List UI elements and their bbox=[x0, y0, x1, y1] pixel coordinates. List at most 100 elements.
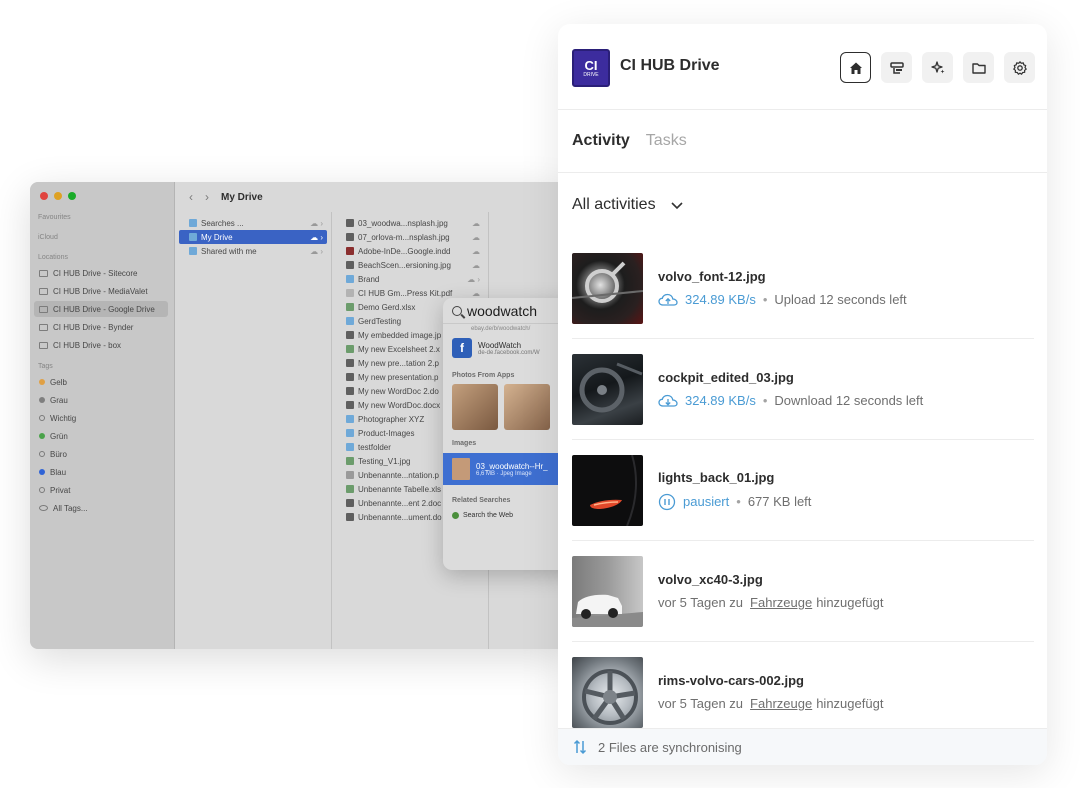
activity-item[interactable]: volvo_xc40-3.jpg vor 5 Tagen zu Fahrzeug… bbox=[572, 541, 1034, 642]
file-icon bbox=[346, 457, 354, 465]
sidebar-tag-gruen[interactable]: Grün bbox=[34, 428, 168, 444]
folder-row[interactable]: Brand ☁ › bbox=[336, 272, 484, 286]
sync-status-bar[interactable]: 2 Files are synchronising bbox=[558, 728, 1047, 765]
spotlight-popup: woodwatch ebay.de/b/woodwatch/ f WoodWat… bbox=[443, 298, 570, 570]
close-window-button[interactable] bbox=[40, 192, 48, 200]
file-row[interactable]: Adobe-InDe...Google.indd ☁ bbox=[336, 244, 484, 258]
sidebar-tag-grau[interactable]: Grau bbox=[34, 392, 168, 408]
related-header: Related Searches bbox=[452, 497, 511, 504]
sidebar-location-mediavalet[interactable]: CI HUB Drive - MediaValet bbox=[34, 283, 168, 299]
folder-link-fahrzeuge[interactable]: Fahrzeuge bbox=[750, 696, 812, 711]
cihub-panel: CI DRIVE CI HUB Drive Activity Tasks All… bbox=[558, 24, 1047, 765]
file-name: volvo_font-12.jpg bbox=[658, 269, 766, 284]
file-icon bbox=[346, 289, 354, 297]
app-title: CI HUB Drive bbox=[620, 57, 720, 74]
tab-activity[interactable]: Activity bbox=[572, 132, 630, 150]
panel-header: CI DRIVE CI HUB Drive bbox=[558, 24, 1047, 110]
folder-button[interactable] bbox=[963, 52, 994, 83]
transfer-status: 677 KB left bbox=[747, 494, 812, 509]
server-button[interactable] bbox=[881, 52, 912, 83]
photo-thumb[interactable] bbox=[452, 384, 498, 430]
activity-item[interactable]: lights_back_01.jpg pausiert • 677 KB lef… bbox=[572, 440, 1034, 541]
cloud-icon: ☁ bbox=[472, 232, 480, 242]
finder-column-1: Searches ... ☁ › My Drive ☁ › Shared with … bbox=[175, 212, 332, 649]
sidebar-tag-blau[interactable]: Blau bbox=[34, 464, 168, 480]
tag-dot-icon bbox=[39, 487, 45, 493]
suv-image bbox=[572, 594, 643, 627]
file-thumbnail bbox=[572, 555, 643, 627]
folder-icon bbox=[189, 219, 197, 227]
minimize-window-button[interactable] bbox=[54, 192, 62, 200]
image-result-selected[interactable]: 03_woodwatch--Hr_ 6,6 MB · Jpeg Image bbox=[443, 453, 570, 485]
file-name: rims-volvo-cars-002.jpg bbox=[658, 673, 804, 688]
activity-filter-dropdown[interactable]: All activities bbox=[572, 196, 684, 214]
folder-link-fahrzeuge[interactable]: Fahrzeuge bbox=[750, 595, 812, 610]
activity-list: volvo_font-12.jpg 324.89 KB/s • Upload 1… bbox=[572, 238, 1034, 743]
image-result-sub: 6,6 MB · Jpeg Image bbox=[476, 470, 532, 477]
sidebar-location-google-drive[interactable]: CI HUB Drive - Google Drive bbox=[34, 301, 168, 317]
cloud-chevron-icon: ☁ › bbox=[310, 218, 323, 228]
folder-icon bbox=[189, 247, 197, 255]
settings-button[interactable] bbox=[1004, 52, 1035, 83]
cloud-icon: ☁ bbox=[472, 288, 480, 298]
file-icon bbox=[346, 247, 354, 255]
file-name: cockpit_edited_03.jpg bbox=[658, 370, 794, 385]
file-thumbnail bbox=[572, 656, 643, 728]
folder-icon bbox=[189, 233, 197, 241]
photo-thumb[interactable] bbox=[504, 384, 550, 430]
sidebar-location-box[interactable]: CI HUB Drive - box bbox=[34, 337, 168, 353]
activity-item[interactable]: cockpit_edited_03.jpg 324.89 KB/s • Down… bbox=[572, 339, 1034, 440]
divider bbox=[558, 172, 1047, 173]
spotlight-search-bar[interactable]: woodwatch bbox=[443, 298, 570, 324]
sidebar-all-tags[interactable]: All Tags... bbox=[34, 500, 168, 516]
back-arrow-icon[interactable]: ‹ bbox=[189, 190, 193, 204]
tag-dot-icon bbox=[39, 397, 45, 403]
photos-header: Photos From Apps bbox=[452, 372, 515, 379]
header-buttons bbox=[840, 52, 1035, 83]
ai-button[interactable] bbox=[922, 52, 953, 83]
tab-tasks[interactable]: Tasks bbox=[646, 132, 687, 150]
sidebar-tag-privat[interactable]: Privat bbox=[34, 482, 168, 498]
activity-item[interactable]: volvo_font-12.jpg 324.89 KB/s • Upload 1… bbox=[572, 238, 1034, 339]
file-thumbnail bbox=[572, 353, 643, 425]
file-name: lights_back_01.jpg bbox=[658, 469, 775, 485]
transfer-status: Upload 12 seconds left bbox=[774, 292, 907, 307]
finder-row-searches[interactable]: Searches ... ☁ › bbox=[179, 216, 327, 230]
cloud-upload-icon bbox=[658, 293, 678, 306]
file-row[interactable]: 07_orlova-m...nsplash.jpg ☁ bbox=[336, 230, 484, 244]
chevron-down-icon bbox=[671, 202, 683, 210]
folder-icon bbox=[346, 317, 354, 325]
zoom-window-button[interactable] bbox=[68, 192, 76, 200]
spotlight-result-woodwatch[interactable]: f WoodWatch de-de.facebook.com/W bbox=[443, 338, 570, 366]
drive-icon bbox=[39, 323, 48, 331]
drive-icon bbox=[39, 341, 48, 349]
search-the-web[interactable]: Search the Web bbox=[443, 506, 570, 519]
home-button[interactable] bbox=[840, 52, 871, 83]
drive-icon bbox=[39, 287, 48, 295]
spotlight-top-sub: ebay.de/b/woodwatch/ bbox=[471, 326, 531, 332]
sidebar-tag-gelb[interactable]: Gelb bbox=[34, 374, 168, 390]
result-title: WoodWatch bbox=[478, 340, 522, 350]
tag-dot-icon bbox=[39, 433, 45, 439]
folder-icon bbox=[971, 62, 986, 74]
folder-icon bbox=[346, 443, 354, 451]
finder-row-shared[interactable]: Shared with me ☁ › bbox=[179, 244, 327, 258]
file-icon bbox=[346, 331, 354, 339]
file-icon bbox=[346, 373, 354, 381]
cihub-logo: CI DRIVE bbox=[572, 49, 610, 87]
sidebar-tag-wichtig[interactable]: Wichtig bbox=[34, 410, 168, 426]
file-row[interactable]: 03_woodwa...nsplash.jpg ☁ bbox=[336, 216, 484, 230]
cloud-chevron-icon: ☁ › bbox=[310, 246, 323, 256]
file-icon bbox=[346, 499, 354, 507]
file-row[interactable]: BeachScen...ersioning.jpg ☁ bbox=[336, 258, 484, 272]
tag-dot-icon bbox=[39, 451, 45, 457]
sidebar-tag-buero[interactable]: Büro bbox=[34, 446, 168, 462]
finder-window-title: My Drive bbox=[221, 191, 263, 203]
finder-toolbar: ‹ › My Drive bbox=[175, 182, 570, 212]
pause-circle-icon[interactable] bbox=[658, 493, 676, 511]
sidebar-location-sitecore[interactable]: CI HUB Drive - Sitecore bbox=[34, 265, 168, 281]
forward-arrow-icon[interactable]: › bbox=[205, 190, 209, 204]
finder-main: ‹ › My Drive Searches ... ☁ › My Drive ☁ ›… bbox=[175, 182, 570, 649]
finder-row-my-drive[interactable]: My Drive ☁ › bbox=[179, 230, 327, 244]
sidebar-location-bynder[interactable]: CI HUB Drive - Bynder bbox=[34, 319, 168, 335]
